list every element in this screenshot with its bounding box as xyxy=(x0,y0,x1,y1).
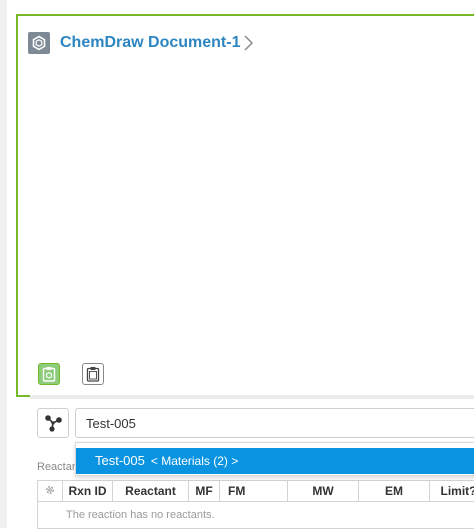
column-header-mf[interactable]: MF xyxy=(189,481,220,502)
chemdraw-panel[interactable]: ChemDraw Document-1 xyxy=(16,14,474,397)
reactants-table: Rxn ID Reactant MF FM MW EM Limit? The r… xyxy=(37,480,474,529)
clipboard-structure-icon xyxy=(42,366,56,382)
column-settings-header[interactable] xyxy=(38,481,63,502)
search-results-dropdown: Test-005 < Materials (2) > xyxy=(75,442,474,476)
chevron-right-icon[interactable] xyxy=(242,34,256,52)
material-search-input[interactable] xyxy=(75,408,474,438)
column-header-em[interactable]: EM xyxy=(359,481,430,502)
paste-structure-button[interactable] xyxy=(38,363,60,385)
left-edge-stripe xyxy=(0,0,7,528)
structure-search-button[interactable] xyxy=(37,408,69,438)
column-header-reactant[interactable]: Reactant xyxy=(113,481,189,502)
document-title[interactable]: ChemDraw Document-1 xyxy=(60,34,240,52)
empty-table-message: The reaction has no reactants. xyxy=(38,502,474,529)
chemdraw-document-icon xyxy=(28,32,50,54)
panel-divider xyxy=(30,395,474,399)
column-header-rxn-id[interactable]: Rxn ID xyxy=(63,481,113,502)
paste-button[interactable] xyxy=(82,363,104,385)
table-row: The reaction has no reactants. xyxy=(38,502,474,529)
search-result-detail: < Materials (2) > xyxy=(151,454,238,468)
clipboard-icon xyxy=(86,366,100,382)
gear-icon xyxy=(44,484,56,496)
search-result-item[interactable]: Test-005 < Materials (2) > xyxy=(76,448,474,474)
table-header-row: Rxn ID Reactant MF FM MW EM Limit? xyxy=(38,481,474,502)
column-header-fm[interactable]: FM xyxy=(220,481,288,502)
search-result-name: Test-005 xyxy=(95,453,145,468)
column-header-mw[interactable]: MW xyxy=(288,481,359,502)
column-header-limit[interactable]: Limit? xyxy=(430,481,474,502)
molecule-icon xyxy=(43,414,63,432)
